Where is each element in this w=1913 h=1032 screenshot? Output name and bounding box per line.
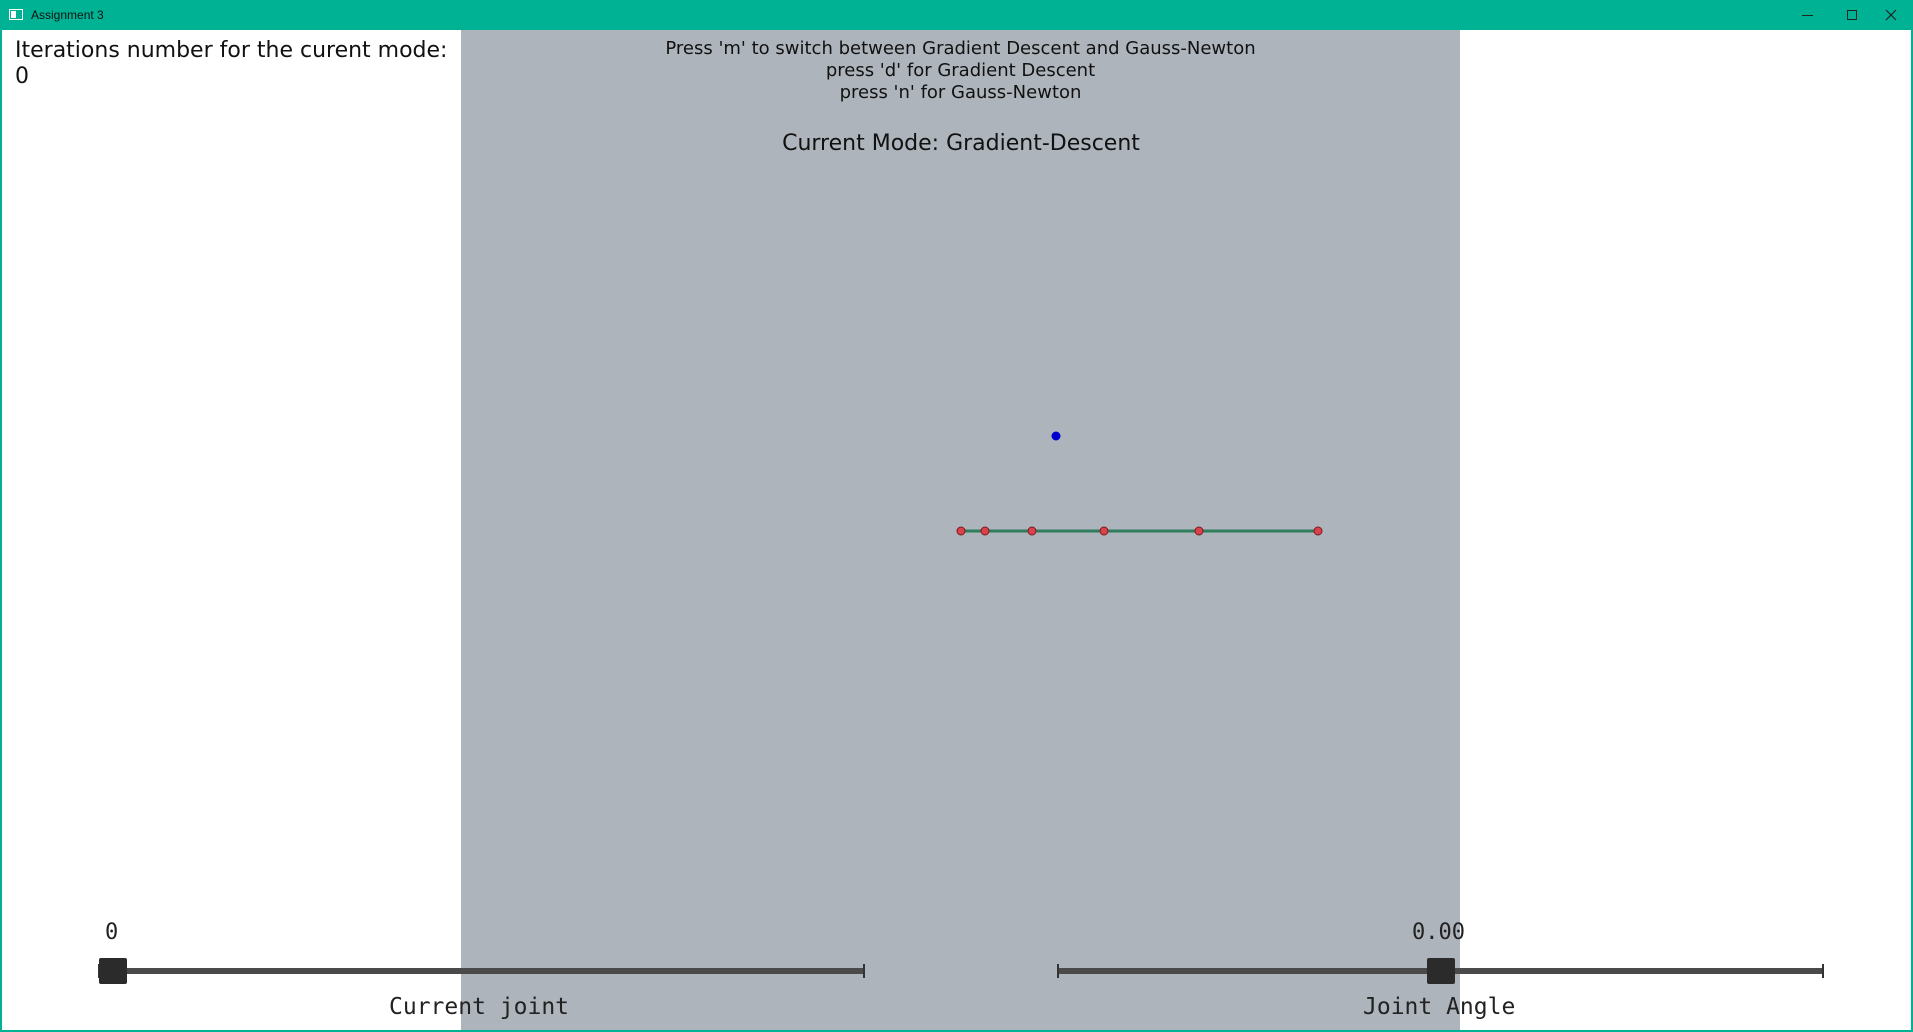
current-joint-slider-track[interactable] — [99, 968, 865, 974]
target-point[interactable] — [1051, 431, 1061, 441]
joint-angle-value: 0.00 — [1412, 920, 1465, 945]
joint-4[interactable] — [1099, 526, 1109, 536]
end-effector[interactable] — [1313, 526, 1323, 536]
current-joint-value: 0 — [105, 920, 119, 945]
joint-3[interactable] — [1027, 526, 1037, 536]
current-joint-caption: Current joint — [389, 994, 570, 1020]
joint-angle-caption: Joint Angle — [1363, 994, 1516, 1020]
joint-angle-slider-start — [1057, 964, 1059, 978]
arm-scene — [956, 431, 1323, 536]
current-joint-slider-thumb[interactable] — [99, 958, 127, 984]
joint-5[interactable] — [1194, 526, 1204, 536]
current-joint-slider-end — [863, 964, 865, 978]
joint-angle-slider-thumb[interactable] — [1427, 958, 1455, 984]
joint-1[interactable] — [956, 526, 966, 536]
joint-angle-slider-end — [1822, 964, 1824, 978]
joint-2[interactable] — [980, 526, 990, 536]
